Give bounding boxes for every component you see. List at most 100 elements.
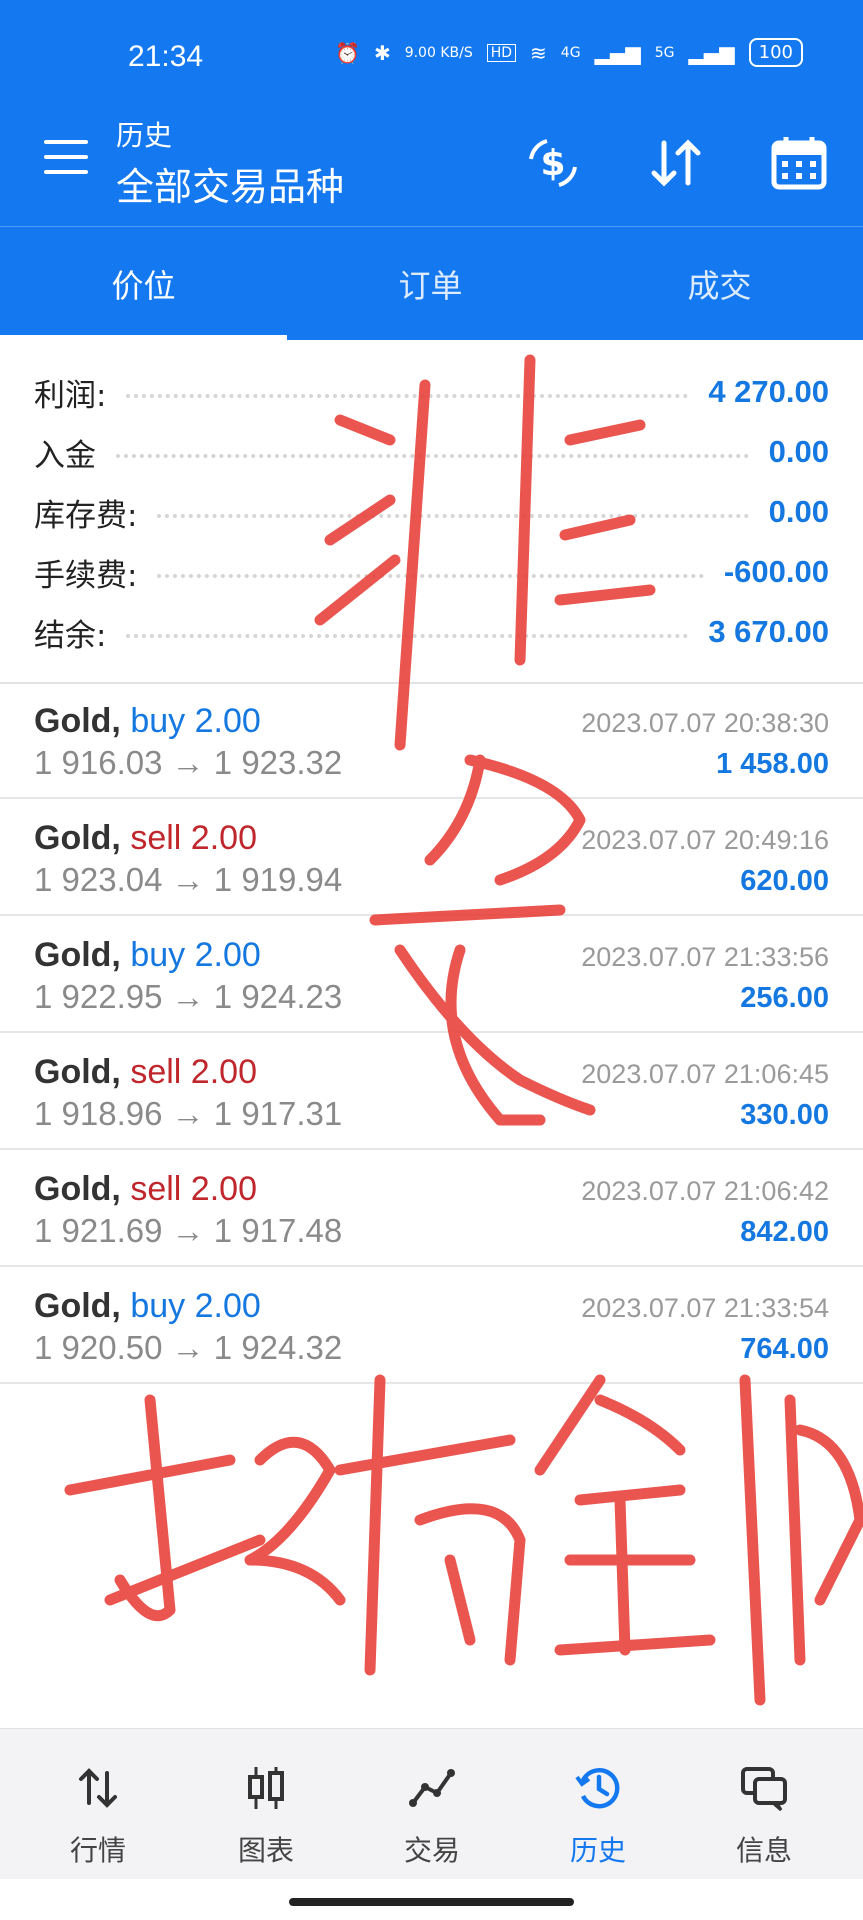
dotted-leader bbox=[157, 574, 704, 578]
nav-quotes[interactable]: 行情 bbox=[12, 1729, 184, 1879]
trade-direction: sell 2.00 bbox=[130, 819, 257, 857]
nav-messages[interactable]: 信息 bbox=[678, 1729, 850, 1879]
trade-direction: sell 2.00 bbox=[130, 1053, 257, 1091]
history-clock-icon bbox=[575, 1767, 620, 1809]
trade-profit: 764.00 bbox=[740, 1333, 829, 1365]
trade-profit: 620.00 bbox=[740, 865, 829, 897]
trade-symbol: Gold, buy 2.00 bbox=[34, 936, 261, 975]
signal-4g: 4G bbox=[560, 44, 581, 61]
trade-profit: 1 458.00 bbox=[716, 748, 829, 780]
nav-label: 历史 bbox=[569, 1834, 626, 1867]
summary-value: 4 270.00 bbox=[708, 374, 829, 409]
trade-row[interactable]: Gold, buy 2.00 1 920.50 → 1 924.32 2023.… bbox=[0, 1267, 863, 1384]
signal-5g: 5G bbox=[654, 44, 675, 61]
sort-button[interactable] bbox=[641, 128, 711, 198]
summary-row-swap: 库存费: 0.00 bbox=[34, 482, 829, 542]
hd-badge: HD bbox=[486, 43, 517, 62]
trade-prices: 1 918.96 → 1 917.31 bbox=[34, 1095, 343, 1132]
trade-row[interactable]: Gold, sell 2.00 1 923.04 → 1 919.94 2023… bbox=[0, 799, 863, 916]
trade-profit: 256.00 bbox=[740, 982, 829, 1014]
sort-arrows-icon bbox=[651, 139, 701, 187]
symbol-name: Gold, bbox=[34, 1170, 121, 1208]
tab-orders[interactable]: 订单 bbox=[287, 227, 574, 341]
trade-prices: 1 916.03 → 1 923.32 bbox=[34, 744, 343, 781]
wifi-icon: ≋ bbox=[530, 40, 547, 65]
trade-profit: 330.00 bbox=[740, 1099, 829, 1131]
trade-row[interactable]: Gold, buy 2.00 1 922.95 → 1 924.23 2023.… bbox=[0, 916, 863, 1033]
trade-prices: 1 921.69 → 1 917.48 bbox=[34, 1212, 343, 1249]
trade-symbol: Gold, sell 2.00 bbox=[34, 1170, 257, 1209]
trade-time: 2023.07.07 21:06:45 bbox=[581, 1059, 829, 1089]
status-time: 21:34 bbox=[128, 40, 204, 73]
summary-value: 3 670.00 bbox=[708, 614, 829, 649]
trade-line-icon bbox=[409, 1769, 455, 1807]
nav-label: 行情 bbox=[69, 1834, 126, 1867]
trade-row[interactable]: Gold, buy 2.00 1 916.03 → 1 923.32 2023.… bbox=[0, 682, 863, 799]
status-icons: ⏰ ✱ 9.00 KB/S HD ≋ 4G ▂▄▆ 5G ▂▄▆ 100 bbox=[335, 38, 803, 67]
trade-time: 2023.07.07 21:33:54 bbox=[581, 1293, 829, 1323]
summary-value: 0.00 bbox=[768, 434, 829, 469]
trade-prices: 1 920.50 → 1 924.32 bbox=[34, 1329, 343, 1366]
history-tabs: 价位 订单 成交 bbox=[0, 226, 863, 341]
trade-direction: buy 2.00 bbox=[130, 936, 261, 974]
battery-icon: 100 bbox=[748, 38, 803, 67]
nav-history[interactable]: 历史 bbox=[512, 1729, 684, 1879]
summary-value: 0.00 bbox=[768, 494, 829, 529]
app-bar: 历史 全部交易品种 $ bbox=[0, 110, 863, 225]
page-title: 历史 bbox=[116, 119, 173, 152]
summary-row-commission: 手续费: -600.00 bbox=[34, 542, 829, 602]
summary-value: -600.00 bbox=[723, 554, 829, 589]
symbol-name: Gold, bbox=[34, 1287, 121, 1325]
calendar-button[interactable] bbox=[764, 128, 834, 198]
summary-label: 入金 bbox=[34, 437, 96, 474]
summary-label: 手续费: bbox=[34, 557, 138, 594]
summary-panel: 利润: 4 270.00 入金 0.00 库存费: 0.00 手续费: -600… bbox=[0, 340, 863, 684]
dotted-leader bbox=[126, 394, 689, 398]
home-indicator[interactable] bbox=[289, 1898, 574, 1906]
net-speed: 9.00 KB/S bbox=[404, 44, 473, 61]
dollar-refresh-icon: $ bbox=[529, 139, 577, 187]
tab-deals[interactable]: 成交 bbox=[576, 227, 863, 341]
currency-swap-button[interactable]: $ bbox=[518, 128, 588, 198]
tab-positions[interactable]: 价位 bbox=[0, 227, 287, 341]
quotes-arrows-icon bbox=[79, 1768, 117, 1808]
trade-row[interactable]: Gold, sell 2.00 1 921.69 → 1 917.48 2023… bbox=[0, 1150, 863, 1267]
trade-time: 2023.07.07 21:33:56 bbox=[581, 942, 829, 972]
symbol-name: Gold, bbox=[34, 1053, 121, 1091]
trade-prices: 1 922.95 → 1 924.23 bbox=[34, 978, 343, 1015]
signal-bars-icon: ▂▄▆ bbox=[594, 40, 641, 65]
symbol-name: Gold, bbox=[34, 819, 121, 857]
trade-symbol: Gold, buy 2.00 bbox=[34, 702, 261, 741]
nav-trade[interactable]: 交易 bbox=[346, 1729, 518, 1879]
bluetooth-icon: ✱ bbox=[373, 40, 391, 65]
trade-row[interactable]: Gold, sell 2.00 1 918.96 → 1 917.31 2023… bbox=[0, 1033, 863, 1150]
trade-direction: sell 2.00 bbox=[130, 1170, 257, 1208]
dotted-leader bbox=[126, 634, 689, 638]
symbol-filter[interactable]: 全部交易品种 bbox=[116, 156, 344, 211]
trade-list: Gold, buy 2.00 1 916.03 → 1 923.32 2023.… bbox=[0, 682, 863, 1384]
candlestick-icon bbox=[248, 1767, 284, 1809]
dotted-leader bbox=[157, 514, 749, 518]
signal-bars-icon: ▂▄▆ bbox=[688, 40, 735, 65]
alarm-icon: ⏰ bbox=[335, 40, 360, 65]
symbol-name: Gold, bbox=[34, 936, 121, 974]
summary-label: 结余: bbox=[34, 617, 107, 654]
summary-row-profit: 利润: 4 270.00 bbox=[34, 362, 829, 422]
messages-icon bbox=[741, 1767, 787, 1812]
trade-time: 2023.07.07 21:06:42 bbox=[581, 1176, 829, 1206]
trade-prices: 1 923.04 → 1 919.94 bbox=[34, 861, 343, 898]
trade-direction: buy 2.00 bbox=[130, 702, 261, 740]
nav-label: 交易 bbox=[403, 1834, 460, 1867]
nav-label: 图表 bbox=[237, 1834, 294, 1867]
trade-symbol: Gold, sell 2.00 bbox=[34, 1053, 257, 1092]
hamburger-menu-icon[interactable] bbox=[44, 140, 88, 176]
summary-row-balance: 结余: 3 670.00 bbox=[34, 602, 829, 662]
trade-time: 2023.07.07 20:38:30 bbox=[581, 708, 829, 738]
symbol-name: Gold, bbox=[34, 702, 121, 740]
trade-symbol: Gold, buy 2.00 bbox=[34, 1287, 261, 1326]
trade-direction: buy 2.00 bbox=[130, 1287, 261, 1325]
nav-charts[interactable]: 图表 bbox=[180, 1729, 352, 1879]
trade-symbol: Gold, sell 2.00 bbox=[34, 819, 257, 858]
bottom-navigation: 行情 图表 交易 历史 信息 bbox=[0, 1728, 863, 1879]
nav-label: 信息 bbox=[735, 1834, 792, 1867]
